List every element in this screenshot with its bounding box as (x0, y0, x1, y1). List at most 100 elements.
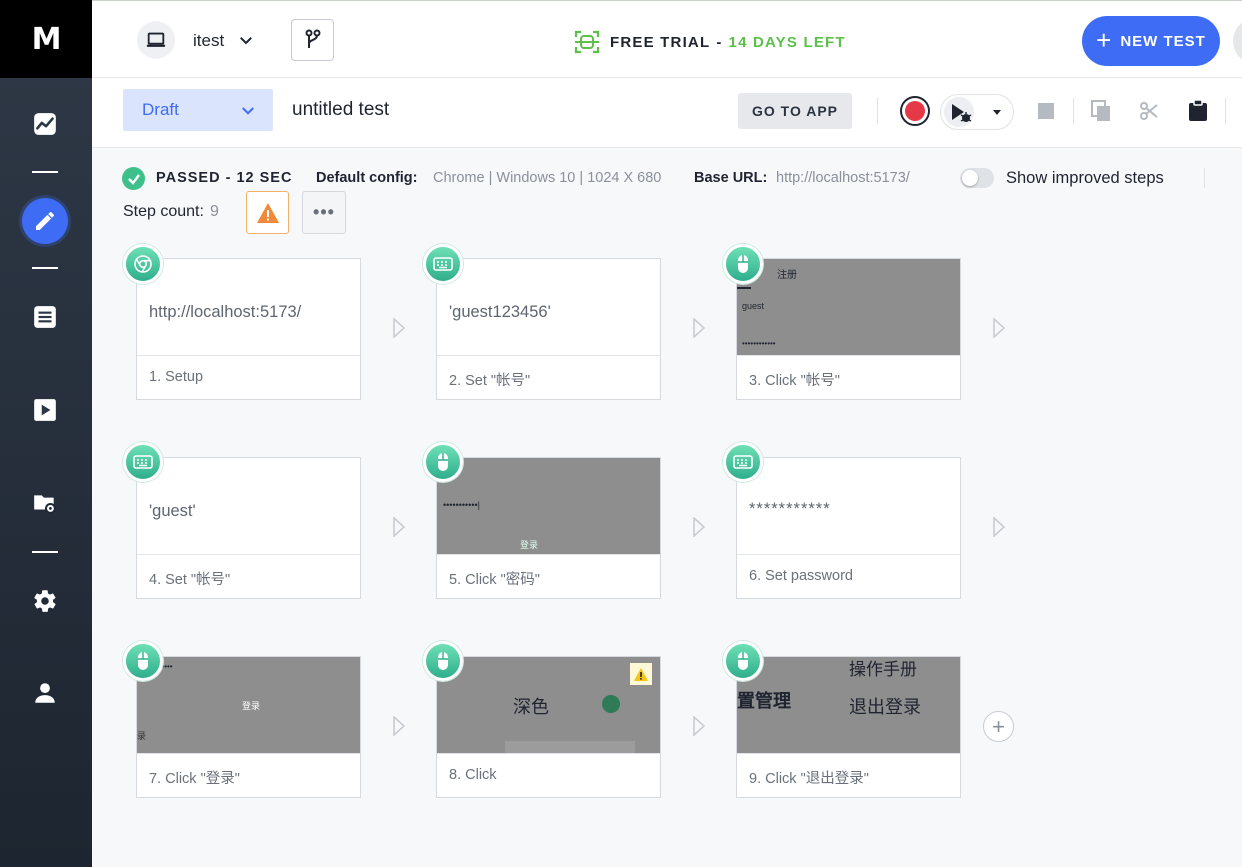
trial-dash: - (716, 33, 723, 51)
status-label: Draft (142, 100, 179, 119)
step-label: 1. Setup (137, 355, 360, 399)
play-debug-icon (952, 104, 972, 122)
device-selector-button[interactable] (137, 21, 175, 59)
step-label: 4. Set "帐号" (137, 554, 360, 598)
debug-run-button[interactable] (944, 97, 974, 127)
step-screenshot: 操作手册 置管理 退出登录 (737, 657, 960, 753)
step-type-badge (123, 244, 163, 284)
improved-steps-toggle[interactable] (960, 168, 994, 188)
keyboard-icon (733, 455, 753, 469)
app-logo[interactable]: M (0, 0, 92, 78)
stop-button[interactable] (1034, 99, 1058, 123)
new-test-label: NEW TEST (1120, 32, 1206, 50)
step-label: 6. Set password (737, 554, 960, 598)
warning-icon (634, 667, 648, 681)
stop-icon (1038, 103, 1054, 119)
project-name[interactable]: itest (193, 31, 224, 51)
step-card[interactable]: 注册 guest •••••••••••• 3. Click "帐号" (736, 258, 961, 400)
sidebar: M (0, 0, 92, 867)
record-icon (905, 101, 925, 121)
step-label: 5. Click "密码" (437, 554, 660, 598)
step-warning-flag[interactable] (630, 663, 652, 685)
trial-label: FREE TRIAL (610, 33, 711, 51)
step-label: 7. Click "登录" (137, 753, 360, 797)
step-card[interactable]: *********** 6. Set password (736, 457, 961, 599)
base-url-label: Base URL: (694, 170, 768, 186)
mouse-icon (438, 453, 448, 471)
cut-button[interactable] (1137, 99, 1161, 123)
screenshot-text: 登录 (242, 701, 261, 711)
scissors-icon (1140, 102, 1158, 120)
step-type-badge (423, 641, 463, 681)
step-card[interactable]: 操作手册 置管理 退出登录 9. Click "退出登录" (736, 656, 961, 798)
sidebar-divider (32, 551, 58, 553)
paste-button[interactable] (1186, 99, 1210, 123)
step-arrow-icon (993, 318, 1005, 338)
base-url-value[interactable]: http://localhost:5173/ (776, 170, 910, 186)
step-card[interactable]: 'guest' 4. Set "帐号" (136, 457, 361, 599)
step-label: 2. Set "帐号" (437, 355, 660, 399)
more-options-button[interactable]: ••• (302, 191, 346, 234)
screenshot-text: 录 (137, 731, 147, 741)
step-count-value: 9 (209, 203, 219, 220)
chevron-down-icon[interactable] (237, 31, 255, 49)
record-button[interactable] (900, 96, 930, 126)
caret-down-icon[interactable] (993, 110, 1001, 115)
step-label: 9. Click "退出登录" (737, 753, 960, 797)
run-button-group[interactable] (940, 94, 1014, 130)
screenshot-text: 置管理 (737, 691, 791, 711)
mouse-icon (438, 652, 448, 670)
step-count: Step count: 9 (123, 203, 219, 221)
step-card[interactable]: http://localhost:5173/ 1. Setup (136, 258, 361, 400)
go-to-app-button[interactable]: GO TO APP (738, 93, 852, 129)
step-card[interactable]: •••••••••••• 登录 录 7. Click "登录" (136, 656, 361, 798)
status-dropdown[interactable]: Draft (123, 89, 273, 131)
trial-banner: FREE TRIAL - 14 DAYS LEFT (574, 29, 846, 55)
step-arrow-icon (993, 517, 1005, 537)
step-arrow-icon (393, 318, 405, 338)
check-circle-icon (122, 167, 145, 190)
toolbar-divider (877, 98, 878, 124)
top-bar: itest FREE TRIAL - 14 DAYS LEFT + NEW TE… (92, 0, 1242, 78)
step-card[interactable]: •••••••••••| 登录 5. Click "密码" (436, 457, 661, 599)
step-screenshot: 注册 guest •••••••••••• (737, 259, 960, 355)
mouse-icon (138, 652, 148, 670)
sidebar-item-runs[interactable] (26, 391, 64, 429)
branch-icon (305, 29, 320, 48)
divider (1204, 168, 1205, 188)
sidebar-item-editor[interactable] (22, 198, 68, 244)
warnings-button[interactable] (246, 191, 289, 234)
new-test-button[interactable]: + NEW TEST (1082, 16, 1220, 66)
keyboard-icon (133, 455, 153, 469)
step-arrow-icon (693, 716, 705, 736)
scan-icon (574, 30, 600, 54)
step-card[interactable]: 深色 8. Click (436, 656, 661, 798)
copy-button[interactable] (1089, 99, 1113, 123)
sidebar-item-settings[interactable] (26, 582, 64, 620)
sidebar-item-tests[interactable] (26, 298, 64, 336)
toolbar-divider (1073, 98, 1074, 124)
warning-icon (256, 202, 279, 223)
add-step-button[interactable]: + (983, 711, 1014, 742)
step-card[interactable]: 'guest123456' 2. Set "帐号" (436, 258, 661, 400)
sidebar-item-settings-folder[interactable] (26, 484, 64, 522)
sidebar-item-account[interactable] (26, 674, 64, 712)
step-screenshot: •••••••••••• 登录 录 (137, 657, 360, 753)
step-value: 'guest123456' (449, 303, 551, 321)
screenshot-text: 登录 (520, 540, 539, 550)
keyboard-icon (433, 257, 453, 271)
branch-button[interactable] (291, 19, 334, 61)
config-label: Default config: (316, 170, 418, 186)
avatar[interactable] (1233, 19, 1242, 63)
chevron-down-icon (242, 107, 254, 115)
screenshot-text: •••••••••••| (443, 500, 480, 510)
screenshot-text: 注册 (777, 270, 797, 281)
step-type-badge (423, 244, 463, 284)
sidebar-item-insights[interactable] (26, 105, 64, 143)
step-screenshot: •••••••••••| 登录 (437, 458, 660, 554)
screenshot-text: 操作手册 (849, 660, 917, 679)
test-title[interactable]: untitled test (292, 99, 389, 121)
config-value[interactable]: Chrome | Windows 10 | 1024 X 680 (433, 170, 661, 186)
logo-text: M (31, 21, 62, 57)
folder-settings-icon (34, 495, 56, 514)
